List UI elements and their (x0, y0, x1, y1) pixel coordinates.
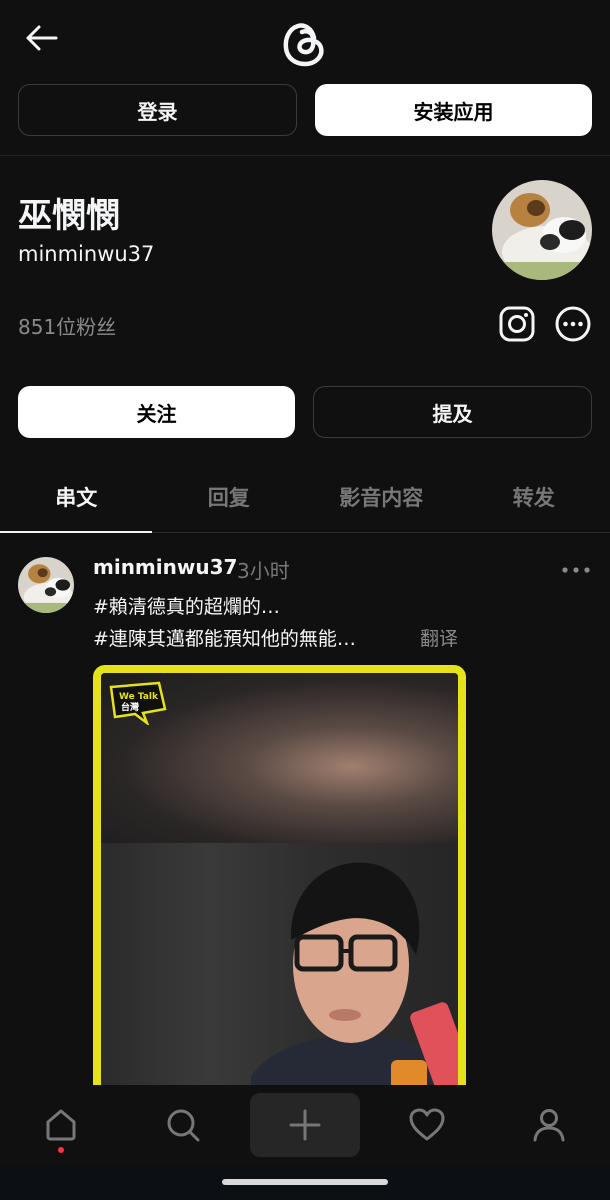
system-nav-bar (0, 1165, 610, 1200)
active-tab-indicator (0, 531, 152, 533)
tab-replies[interactable]: 回复 (153, 462, 306, 532)
heart-icon (409, 1108, 445, 1141)
search-icon (167, 1109, 200, 1142)
auth-row: 登录 安装应用 (18, 84, 592, 136)
post-more-button[interactable] (560, 560, 592, 580)
plus-icon (289, 1109, 321, 1141)
back-button[interactable] (22, 20, 62, 56)
notification-dot (58, 1147, 64, 1153)
follow-button[interactable]: 关注 (18, 386, 295, 438)
post-username[interactable]: minminwu37 (93, 555, 237, 579)
profile-name: 巫憫憫 (18, 196, 120, 236)
video-thumbnail-person (246, 845, 458, 1097)
profile-icon (533, 1109, 565, 1142)
tab-reposts[interactable]: 转发 (458, 462, 610, 532)
nav-activity[interactable] (366, 1085, 488, 1165)
svg-text:We Talk: We Talk (119, 692, 159, 702)
post-text-line: #連陳其邁都能預知他的無能… (93, 628, 356, 650)
instagram-icon[interactable] (498, 305, 536, 343)
nav-search[interactable] (122, 1085, 244, 1165)
post-media[interactable]: We Talk 台灣 (93, 665, 466, 1105)
more-dots-icon (562, 567, 590, 573)
tab-threads[interactable]: 串文 (0, 462, 153, 532)
profile-tabs: 串文 回复 影音内容 转发 (0, 462, 610, 532)
home-icon (46, 1109, 76, 1141)
profile-handle: minminwu37 (18, 242, 155, 266)
divider (0, 155, 610, 156)
mention-button[interactable]: 提及 (313, 386, 592, 438)
avatar[interactable] (492, 180, 592, 280)
threads-logo-icon[interactable] (280, 18, 328, 68)
more-circle-icon[interactable] (554, 305, 592, 343)
bottom-nav (0, 1085, 610, 1165)
profile-actions: 关注 提及 (18, 386, 592, 438)
tab-media[interactable]: 影音内容 (305, 462, 458, 532)
nav-home[interactable] (0, 1085, 122, 1165)
post-timestamp: 3小时 (237, 559, 290, 583)
channel-logo: We Talk 台灣 (107, 679, 171, 727)
post-avatar[interactable] (18, 557, 74, 613)
svg-text:台灣: 台灣 (121, 701, 139, 713)
nav-create[interactable] (250, 1093, 360, 1157)
nav-profile[interactable] (488, 1085, 610, 1165)
arrow-left-icon (26, 25, 58, 51)
home-indicator[interactable] (222, 1179, 388, 1185)
followers-count[interactable]: 851位粉丝 (18, 311, 116, 340)
post-text-line: #賴清德真的超爛的… (93, 596, 280, 618)
login-button[interactable]: 登录 (18, 84, 297, 136)
top-bar (0, 0, 610, 80)
install-app-button[interactable]: 安装应用 (315, 84, 592, 136)
translate-link[interactable]: 翻译 (420, 624, 458, 651)
